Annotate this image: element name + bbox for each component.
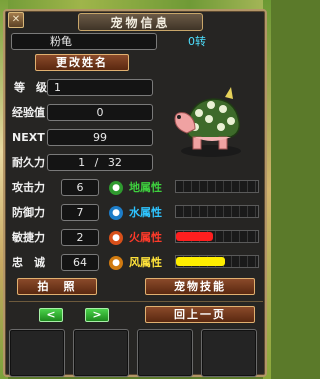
pet-sprite xyxy=(174,87,241,157)
durability-value: 1 / 32 xyxy=(47,154,153,171)
defense-value: 7 xyxy=(61,204,99,221)
next-arrow-button[interactable]: > xyxy=(85,308,109,322)
rename-button[interactable]: 更改姓名 xyxy=(35,54,129,71)
level-label: 等 级 xyxy=(14,81,47,94)
pet-name: 粉龟 xyxy=(50,35,72,48)
loyalty-label: 忠 诚 xyxy=(12,256,45,269)
inventory-slot[interactable] xyxy=(137,329,193,377)
wind-attr-bar xyxy=(175,255,259,268)
agility-label: 敏捷力 xyxy=(12,231,45,244)
durability-label: 耐久力 xyxy=(12,156,45,169)
prev-arrow-button[interactable]: < xyxy=(39,308,63,322)
divider xyxy=(9,301,263,302)
chevron-right-icon: > xyxy=(92,308,102,321)
exp-value: 0 xyxy=(47,104,153,121)
attack-label: 攻击力 xyxy=(12,181,45,194)
water-attr-bar xyxy=(175,205,259,218)
fire-icon: ● xyxy=(109,231,123,245)
next-value: 99 xyxy=(47,129,153,146)
wind-icon: ● xyxy=(109,256,123,270)
earth-attr-bar xyxy=(175,180,259,193)
level-value: 1 xyxy=(47,79,153,96)
exp-label: 经验值 xyxy=(12,106,45,119)
inventory-slot[interactable] xyxy=(201,329,257,377)
attack-value: 6 xyxy=(61,179,99,196)
previous-page-button[interactable]: 回上一页 xyxy=(145,306,255,323)
photo-button[interactable]: 拍 照 xyxy=(17,278,97,295)
inventory-slot[interactable] xyxy=(73,329,129,377)
wind-attr-fill xyxy=(176,257,225,266)
rebirth-label: 0转 xyxy=(188,35,206,48)
window-title: 宠物信息 xyxy=(110,15,171,30)
fire-attr-label: 火属性 xyxy=(129,231,162,244)
chevron-left-icon: < xyxy=(46,308,56,321)
pet-name-field: 粉龟 xyxy=(11,33,157,50)
close-icon: ✕ xyxy=(11,14,21,25)
pet-skills-button[interactable]: 宠物技能 xyxy=(145,278,255,295)
wind-attr-label: 风属性 xyxy=(129,256,162,269)
defense-label: 防御力 xyxy=(12,206,45,219)
fire-attr-fill xyxy=(176,232,213,241)
agility-value: 2 xyxy=(61,229,99,246)
earth-icon: ● xyxy=(109,181,123,195)
loyalty-value: 64 xyxy=(61,254,99,271)
water-attr-label: 水属性 xyxy=(129,206,162,219)
next-label: NEXT xyxy=(12,131,45,144)
water-icon: ● xyxy=(109,206,123,220)
earth-attr-label: 地属性 xyxy=(129,181,162,194)
inventory-slot[interactable] xyxy=(9,329,65,377)
close-button[interactable]: ✕ xyxy=(8,12,24,28)
fire-attr-bar xyxy=(175,230,259,243)
title-plate: 宠物信息 xyxy=(78,13,203,31)
pet-info-window: ✕ 宠物信息 粉龟 0转 更改姓名 等 级 1 经验值 0 NEXT 99 耐久… xyxy=(3,9,267,377)
